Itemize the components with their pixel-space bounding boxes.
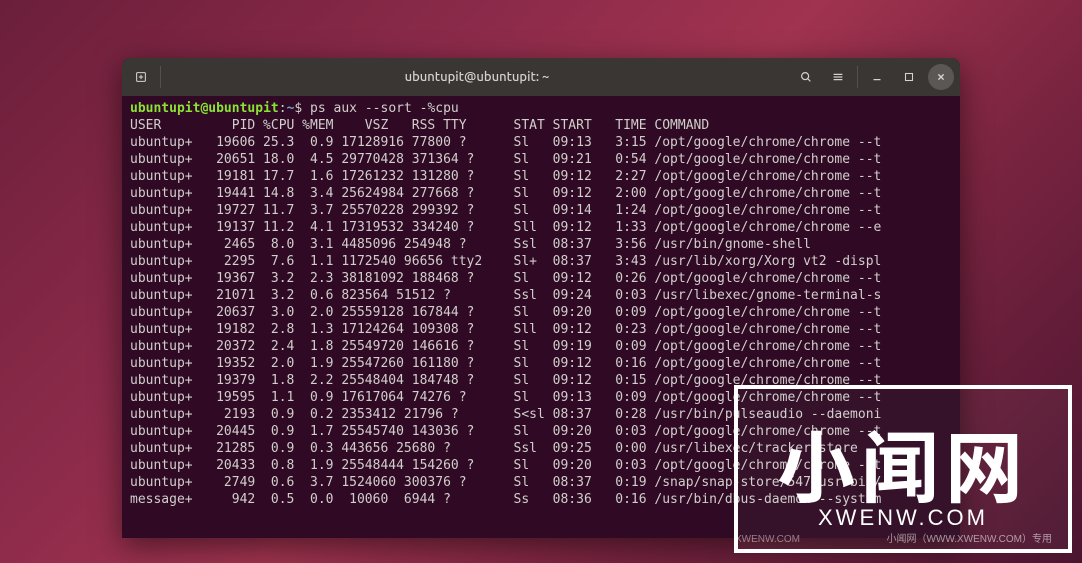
titlebar: ubuntupit@ubuntupit: ~ bbox=[122, 58, 960, 96]
new-tab-button[interactable] bbox=[128, 64, 154, 90]
prompt-dollar: $ bbox=[294, 101, 302, 116]
maximize-button[interactable] bbox=[896, 64, 922, 90]
prompt-colon: : bbox=[279, 101, 287, 116]
command-text: ps aux --sort -%cpu bbox=[310, 101, 459, 116]
watermark-cn: 小闻网 bbox=[738, 407, 1068, 519]
separator bbox=[160, 66, 161, 88]
close-button[interactable] bbox=[928, 64, 954, 90]
search-button[interactable] bbox=[793, 64, 819, 90]
watermark-box: 小闻网 XWENW.COM bbox=[734, 385, 1072, 553]
minimize-button[interactable] bbox=[864, 64, 890, 90]
watermark-small: 小闻网（WWW.XWENW.COM）专用 bbox=[886, 530, 1052, 545]
window-title: ubuntupit@ubuntupit: ~ bbox=[167, 70, 787, 84]
watermark-small2: XWENW.COM bbox=[735, 534, 800, 545]
separator bbox=[857, 66, 858, 88]
watermark-en: XWENW.COM bbox=[738, 505, 1068, 531]
prompt-user: ubuntupit bbox=[130, 101, 200, 116]
ps-header: USER PID %CPU %MEM VSZ RSS TTY STAT STAR… bbox=[130, 118, 709, 133]
menu-button[interactable] bbox=[825, 64, 851, 90]
prompt-host: ubuntupit bbox=[208, 101, 278, 116]
